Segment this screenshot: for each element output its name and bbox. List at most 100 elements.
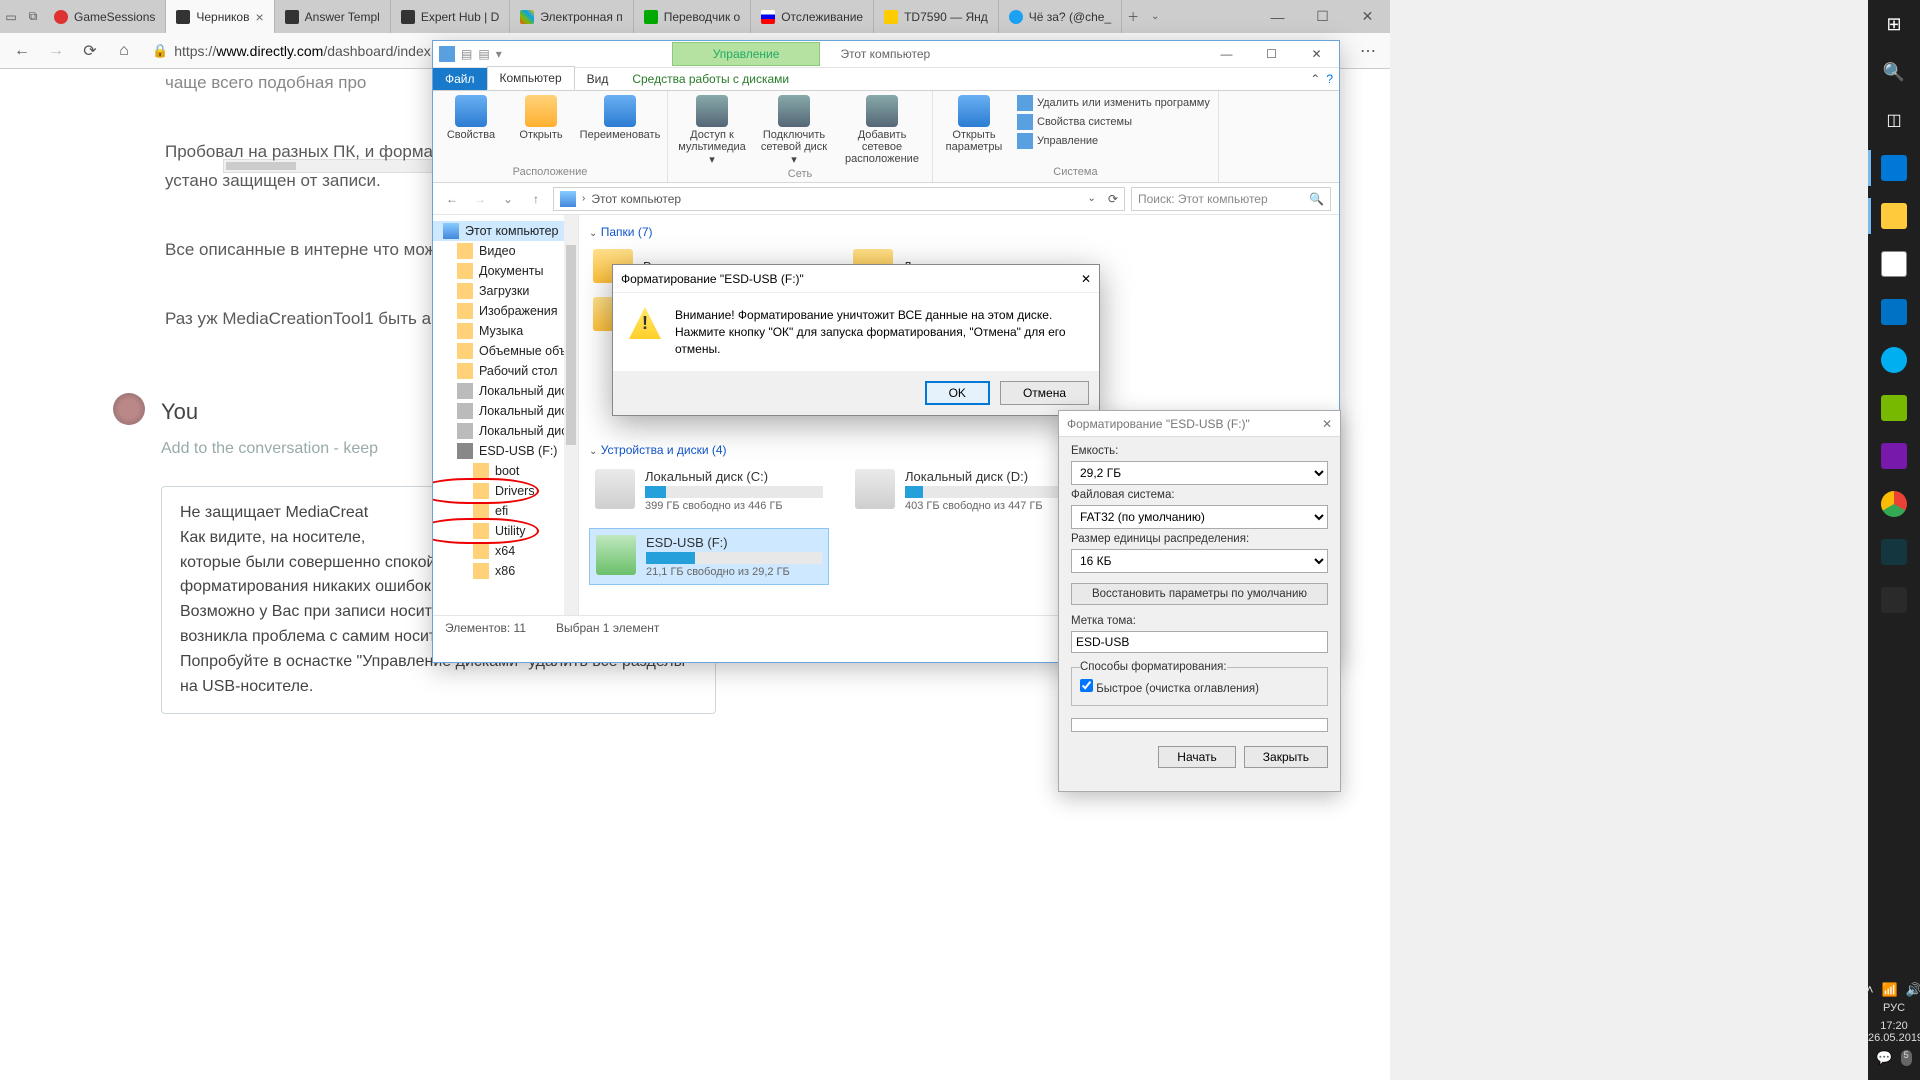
restore-defaults-button[interactable]: Восстановить параметры по умолчанию — [1071, 583, 1328, 605]
taskbar-store[interactable] — [1868, 240, 1920, 288]
close-icon[interactable]: ✕ — [1081, 272, 1091, 286]
ribbon-rename-button[interactable]: Переименовать — [581, 95, 659, 141]
quick-format-checkbox[interactable]: Быстрое (очистка оглавления) — [1080, 683, 1259, 695]
minimize-button[interactable]: — — [1255, 0, 1300, 33]
close-button[interactable]: ✕ — [1294, 41, 1339, 68]
tree-local-disk-d[interactable]: Локальный дис — [433, 401, 578, 421]
tray-overflow-icon[interactable]: ˄ — [1866, 982, 1874, 998]
breadcrumb-segment[interactable]: Этот компьютер — [591, 192, 681, 206]
ribbon-open-settings-button[interactable]: Открыть параметры — [941, 95, 1007, 153]
tree-music[interactable]: Музыка — [433, 321, 578, 341]
tree-local-disk-e[interactable]: Локальный дис — [433, 421, 578, 441]
ribbon-uninstall-button[interactable]: Удалить или изменить программу — [1017, 95, 1210, 111]
tab-twitter[interactable]: Чё за? (@che_ — [999, 0, 1122, 33]
maximize-button[interactable]: ☐ — [1300, 0, 1345, 33]
tab-list-button[interactable]: ⌄ — [1144, 0, 1166, 33]
ribbon-media-button[interactable]: Доступ к мультимедиа ▾ — [676, 95, 748, 166]
tree-local-disk-c[interactable]: Локальный дис — [433, 381, 578, 401]
home-button[interactable]: ⌂ — [112, 42, 136, 60]
tree-this-pc[interactable]: Этот компьютер — [433, 221, 578, 241]
tab-actions-icon[interactable]: ▭ — [0, 0, 22, 33]
taskbar-edge[interactable] — [1868, 144, 1920, 192]
tree-downloads[interactable]: Загрузки — [433, 281, 578, 301]
tab-gamesessions[interactable]: GameSessions — [44, 0, 166, 33]
ribbon-tab-drive-tools[interactable]: Средства работы с дисками — [620, 68, 801, 90]
qat-button[interactable]: ▤ — [461, 47, 472, 61]
action-center-icon[interactable]: 💬 — [1876, 1050, 1892, 1066]
ribbon-properties-button[interactable]: Свойства — [441, 95, 501, 141]
collapse-ribbon-icon[interactable]: ⌃ — [1310, 72, 1320, 86]
qat-button[interactable]: ▾ — [496, 47, 502, 61]
tree-videos[interactable]: Видео — [433, 241, 578, 261]
start-button[interactable]: Начать — [1158, 746, 1236, 768]
ok-button[interactable]: OK — [925, 381, 990, 405]
tree-3d-objects[interactable]: Объемные объ — [433, 341, 578, 361]
help-icon[interactable]: ? — [1326, 72, 1333, 86]
ribbon-tab-view[interactable]: Вид — [575, 68, 621, 90]
ribbon-tab-file[interactable]: Файл — [433, 68, 487, 90]
drive-d[interactable]: Локальный диск (D:)403 ГБ свободно из 44… — [849, 463, 1089, 518]
dialog-titlebar[interactable]: Форматирование "ESD-USB (F:)" ✕ — [613, 265, 1099, 293]
taskbar-taskview[interactable]: ◫ — [1868, 96, 1920, 144]
nav-up-button[interactable]: ↑ — [525, 192, 547, 206]
nav-tree[interactable]: Этот компьютер Видео Документы Загрузки … — [433, 215, 579, 615]
drive-f-usb[interactable]: ESD-USB (F:)21,1 ГБ свободно из 29,2 ГБ — [589, 528, 829, 585]
dialog-titlebar[interactable]: Форматирование "ESD-USB (F:)" ✕ — [1059, 411, 1340, 437]
close-icon[interactable]: ✕ — [1322, 417, 1332, 431]
taskbar-skype[interactable] — [1868, 336, 1920, 384]
taskbar-chrome[interactable] — [1868, 480, 1920, 528]
taskbar-app[interactable] — [1868, 528, 1920, 576]
tree-folder-drivers[interactable]: Drivers — [433, 481, 578, 501]
refresh-button[interactable]: ⟳ — [78, 41, 102, 61]
capacity-select[interactable]: 29,2 ГБ — [1071, 461, 1328, 485]
tree-usb-drive[interactable]: ESD-USB (F:) — [433, 441, 578, 461]
maximize-button[interactable]: ☐ — [1249, 41, 1294, 68]
back-button[interactable]: ← — [10, 42, 34, 60]
taskbar-onenote[interactable] — [1868, 432, 1920, 480]
tree-documents[interactable]: Документы — [433, 261, 578, 281]
chevron-down-icon[interactable]: ⌄ — [1088, 193, 1096, 204]
ribbon-open-button[interactable]: Открыть — [511, 95, 571, 141]
tree-folder-utility[interactable]: Utility — [433, 521, 578, 541]
forward-button[interactable]: → — [44, 42, 68, 60]
filesystem-select[interactable]: FAT32 (по умолчанию) — [1071, 505, 1328, 529]
close-button[interactable]: ✕ — [1345, 0, 1390, 33]
volume-icon[interactable]: 🔊 — [1906, 982, 1920, 998]
refresh-icon[interactable]: ⟳ — [1108, 192, 1118, 206]
tray-language[interactable]: РУС — [1868, 1002, 1920, 1014]
minimize-button[interactable]: — — [1204, 41, 1249, 68]
tree-desktop[interactable]: Рабочий стол — [433, 361, 578, 381]
tray-date[interactable]: 26.05.2019 — [1868, 1032, 1920, 1044]
drive-c[interactable]: Локальный диск (C:)399 ГБ свободно из 44… — [589, 463, 829, 518]
nav-back-button[interactable]: ← — [441, 192, 463, 206]
allocation-select[interactable]: 16 КБ — [1071, 549, 1328, 573]
tree-pictures[interactable]: Изображения — [433, 301, 578, 321]
close-button[interactable]: Закрыть — [1244, 746, 1328, 768]
qat-button[interactable]: ▤ — [478, 47, 489, 61]
ribbon-add-network-button[interactable]: Добавить сетевое расположение — [840, 95, 924, 165]
tab-preview-icon[interactable]: ⧉ — [22, 0, 44, 33]
new-tab-button[interactable]: ＋ — [1122, 0, 1144, 33]
explorer-search[interactable]: Поиск: Этот компьютер 🔍 — [1131, 187, 1331, 211]
taskbar-search[interactable]: 🔍 — [1868, 48, 1920, 96]
tree-folder-x64[interactable]: x64 — [433, 541, 578, 561]
breadcrumb-bar[interactable]: › Этот компьютер ⌄ ⟳ — [553, 187, 1125, 211]
ribbon-system-properties-button[interactable]: Свойства системы — [1017, 114, 1210, 130]
nav-forward-button[interactable]: → — [469, 192, 491, 206]
tree-scrollbar[interactable] — [564, 215, 578, 615]
explorer-titlebar[interactable]: ▤ ▤ ▾ Управление Этот компьютер — ☐ ✕ — [433, 41, 1339, 68]
volume-label-input[interactable] — [1071, 631, 1328, 653]
cancel-button[interactable]: Отмена — [1000, 381, 1089, 405]
start-button[interactable]: ⊞ — [1868, 0, 1920, 48]
section-folders[interactable]: ⌄ Папки (7) — [589, 225, 1329, 239]
ribbon-manage-button[interactable]: Управление — [1017, 133, 1210, 149]
tray-time[interactable]: 17:20 — [1868, 1020, 1920, 1032]
ribbon-map-drive-button[interactable]: Подключить сетевой диск ▾ — [758, 95, 830, 166]
more-button[interactable]: ⋯ — [1356, 41, 1380, 61]
taskbar-nvidia[interactable] — [1868, 384, 1920, 432]
taskbar-explorer[interactable] — [1868, 192, 1920, 240]
taskbar-mail[interactable] — [1868, 288, 1920, 336]
tree-folder-x86[interactable]: x86 — [433, 561, 578, 581]
ribbon-tab-computer[interactable]: Компьютер — [487, 66, 575, 90]
taskbar-app2[interactable] — [1868, 576, 1920, 624]
